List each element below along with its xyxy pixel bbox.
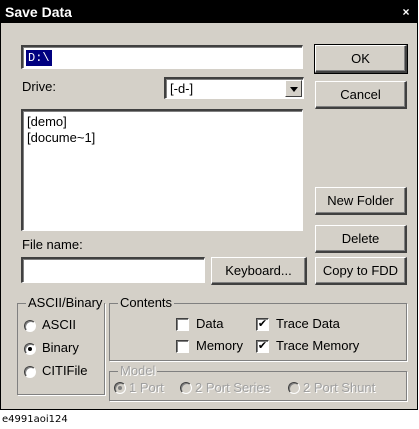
drive-dropdown-button[interactable] <box>285 80 302 97</box>
model-1port-radio[interactable] <box>114 382 126 394</box>
format-group-title: ASCII/Binary <box>26 295 105 311</box>
drive-label: Drive: <box>22 79 56 94</box>
format-group: ASCII/Binary ASCII Binary CITIFile <box>17 295 105 395</box>
citifile-radio[interactable] <box>24 366 36 378</box>
figure-caption: e4991aoi124 <box>2 414 68 425</box>
memory-checkbox[interactable] <box>176 340 189 353</box>
model-group: Model 1 Port 2 Port Series 2 Port Shunt <box>109 363 407 401</box>
chevron-down-icon <box>290 87 298 92</box>
data-checkbox[interactable] <box>176 318 189 331</box>
binary-label[interactable]: Binary <box>42 340 79 355</box>
path-value: D:\ <box>26 50 52 66</box>
trace-memory-label[interactable]: Trace Memory <box>276 338 359 353</box>
model-2port-series-radio[interactable] <box>180 382 192 394</box>
ok-button[interactable]: OK <box>314 44 408 74</box>
ascii-radio[interactable] <box>24 320 36 332</box>
model-2port-shunt-label[interactable]: 2 Port Shunt <box>303 380 375 395</box>
keyboard-button[interactable]: Keyboard... <box>211 257 307 285</box>
contents-group: Contents Data ✔ Trace Data Memory ✔ Trac… <box>109 295 407 361</box>
trace-data-checkbox[interactable]: ✔ <box>256 318 269 331</box>
model-group-title: Model <box>118 363 158 379</box>
dialog-title: Save Data <box>5 4 72 20</box>
citifile-label[interactable]: CITIFile <box>42 363 88 378</box>
new-folder-button[interactable]: New Folder <box>315 187 407 215</box>
binary-radio[interactable] <box>24 343 36 355</box>
trace-memory-checkbox[interactable]: ✔ <box>256 340 269 353</box>
model-2port-shunt-radio[interactable] <box>288 382 300 394</box>
delete-button[interactable]: Delete <box>315 225 407 253</box>
folder-list-item[interactable]: [docume~1] <box>27 130 95 145</box>
model-1port-label[interactable]: 1 Port <box>129 380 164 395</box>
memory-checkbox-label[interactable]: Memory <box>196 338 243 353</box>
save-data-dialog: Save Data × D:\ Drive: [-d-] [demo] [doc… <box>0 0 418 410</box>
close-icon[interactable]: × <box>399 1 413 23</box>
drive-select[interactable]: [-d-] <box>164 77 304 99</box>
copy-to-fdd-button[interactable]: Copy to FDD <box>315 257 407 285</box>
data-checkbox-label[interactable]: Data <box>196 316 223 331</box>
trace-data-label[interactable]: Trace Data <box>276 316 340 331</box>
folder-list-item[interactable]: [demo] <box>27 114 67 129</box>
filename-input[interactable] <box>21 257 205 283</box>
filename-label: File name: <box>22 237 83 252</box>
drive-selected-value: [-d-] <box>170 81 194 96</box>
path-field[interactable]: D:\ <box>21 45 303 69</box>
cancel-button[interactable]: Cancel <box>315 81 407 109</box>
contents-group-title: Contents <box>118 295 175 311</box>
title-bar: Save Data × <box>1 1 417 23</box>
ascii-label[interactable]: ASCII <box>42 317 76 332</box>
model-2port-series-label[interactable]: 2 Port Series <box>195 380 270 395</box>
folder-list[interactable]: [demo] [docume~1] <box>21 109 303 231</box>
